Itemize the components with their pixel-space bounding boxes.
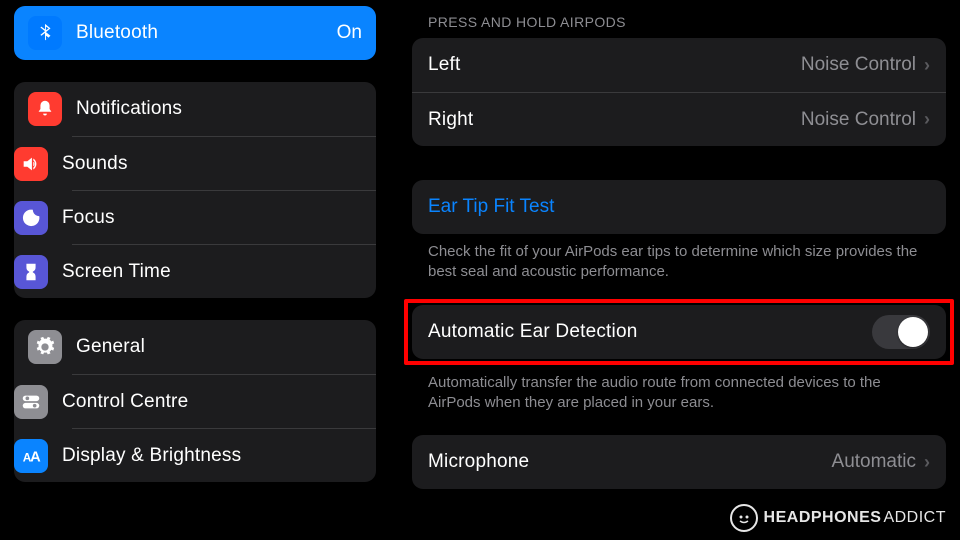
sidebar-item-notifications[interactable]: Notifications — [14, 82, 376, 136]
toggle-knob — [898, 317, 928, 347]
row-value: Noise Control — [801, 54, 916, 76]
section-header-press-hold: PRESS AND HOLD AIRPODS — [428, 14, 930, 30]
sidebar-item-controlcentre[interactable]: Control Centre — [72, 374, 376, 428]
controlcentre-icon — [14, 385, 48, 419]
row-value: Noise Control — [801, 109, 916, 131]
row-microphone[interactable]: Microphone Automatic › — [412, 435, 946, 489]
ear-tip-group: Ear Tip Fit Test — [412, 180, 946, 234]
sidebar-item-value: On — [337, 22, 362, 44]
sidebar-item-label: Focus — [62, 207, 362, 229]
sounds-icon — [14, 147, 48, 181]
row-label: Automatic Ear Detection — [428, 321, 872, 343]
display-icon: AA — [14, 439, 48, 473]
screentime-icon — [14, 255, 48, 289]
sidebar-item-label: Bluetooth — [76, 22, 337, 44]
row-right-airpod[interactable]: Right Noise Control › — [412, 92, 946, 146]
sidebar-item-sounds[interactable]: Sounds — [72, 136, 376, 190]
row-label: Left — [428, 54, 801, 76]
sidebar-group-notifications: Notifications Sounds Focus Screen Time — [14, 82, 376, 298]
sidebar-item-label: Notifications — [76, 98, 362, 120]
sidebar-item-label: Display & Brightness — [62, 445, 362, 467]
press-hold-group: Left Noise Control › Right Noise Control… — [412, 38, 946, 146]
toggle-auto-ear[interactable] — [872, 315, 930, 349]
sidebar-item-label: Control Centre — [62, 391, 362, 413]
auto-ear-footer: Automatically transfer the audio route f… — [412, 359, 946, 414]
row-value: Automatic — [832, 451, 916, 473]
auto-ear-group: Automatic Ear Detection — [412, 305, 946, 359]
watermark-logo-icon — [730, 504, 758, 532]
chevron-right-icon: › — [924, 452, 930, 473]
microphone-group: Microphone Automatic › — [412, 435, 946, 489]
settings-sidebar: Bluetooth On Notifications Sounds Focus — [0, 0, 390, 540]
watermark-text-2: ADDICT — [883, 509, 946, 527]
sidebar-item-label: Screen Time — [62, 261, 362, 283]
focus-icon — [14, 201, 48, 235]
link-label: Ear Tip Fit Test — [428, 196, 554, 218]
watermark: HEADPHONES ADDICT — [730, 504, 946, 532]
ear-tip-footer: Check the fit of your AirPods ear tips t… — [412, 234, 946, 283]
row-ear-tip-fit-test[interactable]: Ear Tip Fit Test — [412, 180, 946, 234]
chevron-right-icon: › — [924, 55, 930, 76]
row-auto-ear-detection[interactable]: Automatic Ear Detection — [412, 305, 946, 359]
sidebar-item-label: General — [76, 336, 362, 358]
sidebar-item-focus[interactable]: Focus — [72, 190, 376, 244]
sidebar-item-label: Sounds — [62, 153, 362, 175]
general-icon — [28, 330, 62, 364]
main-pane: PRESS AND HOLD AIRPODS Left Noise Contro… — [390, 0, 960, 540]
sidebar-item-display[interactable]: AA Display & Brightness — [72, 428, 376, 482]
sidebar-item-bluetooth[interactable]: Bluetooth On — [14, 6, 376, 60]
sidebar-group-general: General Control Centre AA Display & Brig… — [14, 320, 376, 482]
chevron-right-icon: › — [924, 109, 930, 130]
sidebar-item-general[interactable]: General — [14, 320, 376, 374]
row-label: Right — [428, 109, 801, 131]
notifications-icon — [28, 92, 62, 126]
watermark-text-1: HEADPHONES — [764, 509, 882, 527]
row-label: Microphone — [428, 451, 832, 473]
sidebar-item-screentime[interactable]: Screen Time — [72, 244, 376, 298]
bluetooth-icon — [28, 16, 62, 50]
svg-text:A: A — [30, 449, 41, 465]
row-left-airpod[interactable]: Left Noise Control › — [412, 38, 946, 92]
